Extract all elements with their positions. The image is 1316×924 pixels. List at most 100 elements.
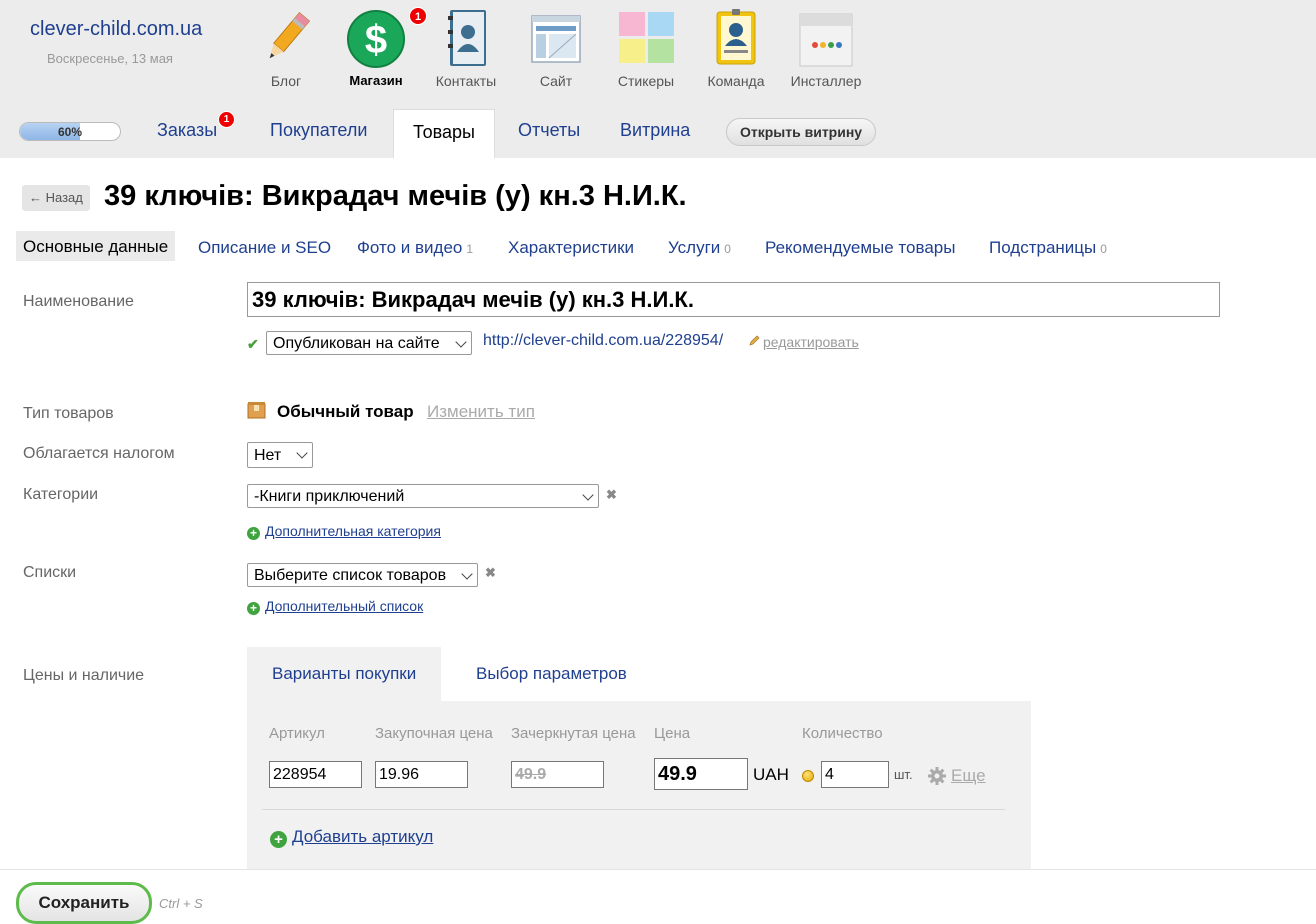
category-label: Категории	[23, 486, 99, 503]
tab-storefront[interactable]: Витрина	[620, 120, 690, 141]
app-shop[interactable]: $ 1 Магазин	[336, 7, 427, 88]
plus-icon: +	[247, 602, 260, 615]
compare-price-input[interactable]	[511, 761, 604, 788]
tab-orders[interactable]: Заказы 1	[157, 111, 235, 141]
tab-label: Заказы	[157, 120, 218, 140]
unit-label: шт.	[894, 767, 913, 782]
chevron-down-icon	[296, 447, 308, 459]
pencil-icon	[256, 8, 316, 68]
product-url-link[interactable]: http://clever-child.com.ua/228954/	[483, 332, 723, 350]
subtab-label: Характеристики	[508, 238, 635, 257]
setup-progress-bar[interactable]: 60%	[19, 122, 121, 141]
orders-badge: 1	[218, 111, 235, 128]
app-blog[interactable]: Блог	[246, 8, 326, 89]
sku-input[interactable]	[269, 761, 362, 788]
app-label: Сайт	[539, 73, 573, 89]
remove-category-icon[interactable]: ✖	[606, 487, 617, 503]
site-name[interactable]: clever-child.com.ua	[30, 18, 202, 41]
app-installer[interactable]: Инсталлер	[786, 8, 866, 89]
name-label: Наименование	[23, 293, 134, 310]
tax-select[interactable]: Нет	[247, 442, 313, 468]
subtab-label: Подстраницы	[989, 238, 1097, 257]
col-purchase-price: Закупочная цена	[375, 725, 493, 742]
chevron-down-icon	[461, 568, 473, 580]
subtab-subpages[interactable]: Подстраницы 0	[989, 238, 1107, 258]
tax-label: Облагается налогом	[23, 445, 175, 462]
app-header: clever-child.com.ua Воскресенье, 13 мая …	[0, 0, 1316, 158]
gear-icon[interactable]	[927, 766, 947, 791]
subtab-label: Рекомендуемые товары	[765, 238, 956, 257]
col-sku: Артикул	[269, 725, 325, 742]
tab-purchase-options[interactable]: Варианты покупки	[247, 647, 442, 701]
price-input[interactable]	[654, 758, 748, 790]
app-label: Блог	[270, 73, 302, 89]
app-site[interactable]: Сайт	[516, 8, 596, 89]
subtab-label: Основные данные	[23, 237, 169, 256]
chevron-down-icon	[582, 489, 594, 501]
website-icon	[526, 8, 586, 68]
product-type-value: Обычный товар	[277, 402, 414, 421]
app-label: Стикеры	[617, 73, 675, 89]
col-quantity: Количество	[802, 725, 883, 742]
subtab-photo-video[interactable]: Фото и видео 1	[357, 238, 473, 258]
svg-text:$: $	[365, 18, 387, 62]
lists-label: Списки	[23, 564, 77, 581]
subtab-count: 0	[1100, 242, 1107, 256]
add-category-label: Дополнительная категория	[265, 523, 441, 539]
plus-icon: +	[270, 831, 287, 848]
app-label: Контакты	[435, 73, 497, 89]
select-value: Нет	[254, 447, 282, 464]
badge-icon	[706, 8, 766, 68]
subtab-count: 0	[724, 242, 731, 256]
change-type-link[interactable]: Изменить тип	[427, 402, 535, 422]
subtab-main-data[interactable]: Основные данные	[16, 231, 176, 261]
back-button[interactable]: ← Назад	[22, 185, 90, 211]
open-storefront-button[interactable]: Открыть витрину	[726, 118, 877, 146]
add-sku-link[interactable]: + Добавить артикул	[270, 827, 433, 848]
app-stickers[interactable]: Стикеры	[606, 8, 686, 89]
app-contacts[interactable]: Контакты	[426, 8, 506, 89]
chevron-down-icon	[455, 336, 467, 348]
edit-url-link[interactable]: редактировать	[763, 334, 859, 350]
subtab-description-seo[interactable]: Описание и SEO	[198, 238, 331, 258]
app-team[interactable]: Команда	[696, 8, 776, 89]
tab-products[interactable]: Товары	[393, 109, 495, 158]
add-list-link[interactable]: + Дополнительный список	[247, 598, 423, 615]
save-button[interactable]: Сохранить	[16, 882, 152, 924]
subtab-label: Фото и видео	[357, 238, 463, 257]
app-label: Магазин	[349, 73, 403, 88]
checkmark-icon: ✔	[247, 336, 259, 352]
currency-label: UAH	[753, 765, 789, 784]
add-sku-label: Добавить артикул	[292, 827, 434, 846]
tab-reports[interactable]: Отчеты	[518, 120, 580, 141]
app-label: Команда	[707, 73, 765, 89]
remove-list-icon[interactable]: ✖	[485, 565, 496, 581]
add-list-label: Дополнительный список	[265, 598, 424, 614]
sticky-notes-icon	[616, 8, 676, 68]
progress-label: 60%	[57, 125, 83, 139]
installer-box-icon	[796, 8, 856, 68]
category-select[interactable]: -Книги приключений	[247, 484, 599, 508]
subtab-count: 1	[466, 242, 474, 256]
subtab-label: Описание и SEO	[198, 238, 332, 257]
purchase-price-input[interactable]	[375, 761, 468, 788]
subtab-label: Услуги	[668, 238, 721, 257]
add-category-link[interactable]: + Дополнительная категория	[247, 523, 441, 540]
quantity-input[interactable]	[821, 761, 889, 788]
subtab-features[interactable]: Характеристики	[508, 238, 634, 258]
save-shortcut-hint: Ctrl + S	[159, 896, 203, 911]
type-label: Тип товаров	[23, 405, 114, 422]
lists-select[interactable]: Выберите список товаров	[247, 563, 478, 587]
subtab-related[interactable]: Рекомендуемые товары	[765, 238, 955, 258]
publish-status-select[interactable]: Опубликован на сайте	[266, 331, 472, 355]
dollar-icon: $ 1	[346, 7, 427, 68]
more-options-link[interactable]: Еще	[951, 766, 986, 786]
col-price: Цена	[654, 725, 691, 742]
address-book-icon	[436, 8, 496, 68]
tab-parameter-selection[interactable]: Выбор параметров	[451, 647, 652, 701]
product-name-input[interactable]	[247, 282, 1220, 317]
subtab-services[interactable]: Услуги 0	[668, 238, 731, 258]
plus-icon: +	[247, 527, 260, 540]
select-value: Выберите список товаров	[254, 567, 447, 584]
tab-customers[interactable]: Покупатели	[270, 120, 367, 141]
